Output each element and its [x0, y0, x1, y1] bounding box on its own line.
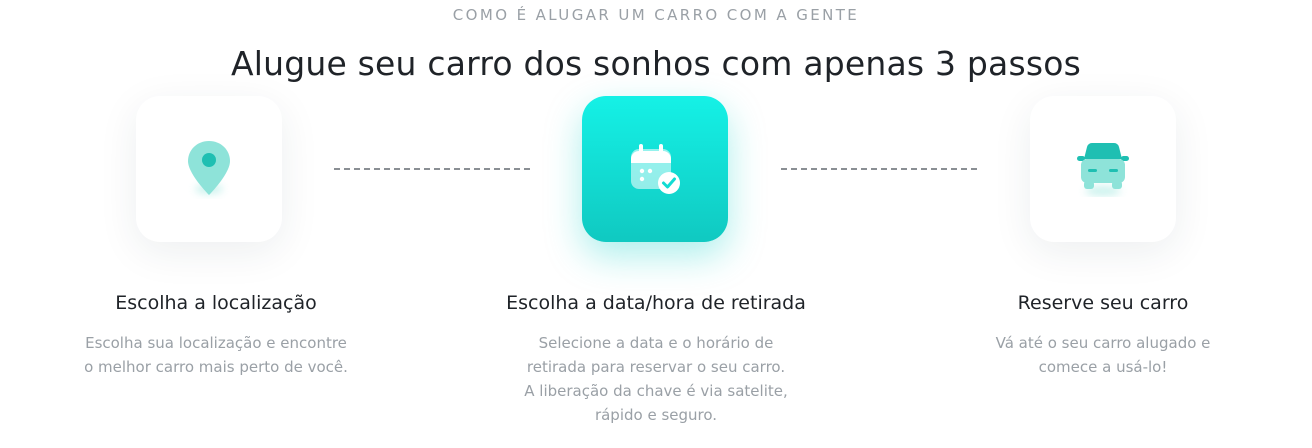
step-3-description: Vá até o seu carro alugado e comece a us… [938, 331, 1268, 379]
calendar-check-icon [627, 141, 683, 197]
step-3-description-line: comece a usá-lo! [1038, 358, 1168, 376]
step-1-description-line: o melhor carro mais perto de você. [84, 358, 348, 376]
step-3-description-line: Vá até o seu carro alugado e [995, 334, 1211, 352]
step-2-description-line: Selecione a data e o horário de [538, 334, 774, 352]
step-2-description-line: A liberação da chave é via satelite, [524, 382, 788, 400]
step-3-title: Reserve seu carro [1017, 292, 1189, 314]
step-1-icon-box[interactable] [136, 96, 282, 242]
section-eyebrow: COMO É ALUGAR UM CARRO COM A GENTE [452, 6, 860, 24]
step-connector-2 [781, 168, 977, 170]
car-icon [1073, 141, 1133, 197]
step-connector-1 [334, 168, 530, 170]
step-1-description-line: Escolha sua localização e encontre [85, 334, 347, 352]
step-2-description-line: rápido e seguro. [594, 406, 718, 424]
step-1-description: Escolha sua localização e encontre o mel… [48, 331, 384, 379]
step-2-description: Selecione a data e o horário de retirada… [478, 331, 834, 427]
step-2-icon-box[interactable] [582, 96, 728, 242]
step-1-title: Escolha a localização [115, 292, 317, 314]
step-2-title: Escolha a data/hora de retirada [506, 292, 806, 314]
location-pin-icon [185, 139, 233, 199]
step-2-description-line: retirada para reservar o seu carro. [526, 358, 786, 376]
step-3-icon-box[interactable] [1030, 96, 1176, 242]
how-it-works-section: COMO É ALUGAR UM CARRO COM A GENTE Alugu… [0, 0, 1312, 448]
section-title: Alugue seu carro dos sonhos com apenas 3… [230, 44, 1082, 83]
